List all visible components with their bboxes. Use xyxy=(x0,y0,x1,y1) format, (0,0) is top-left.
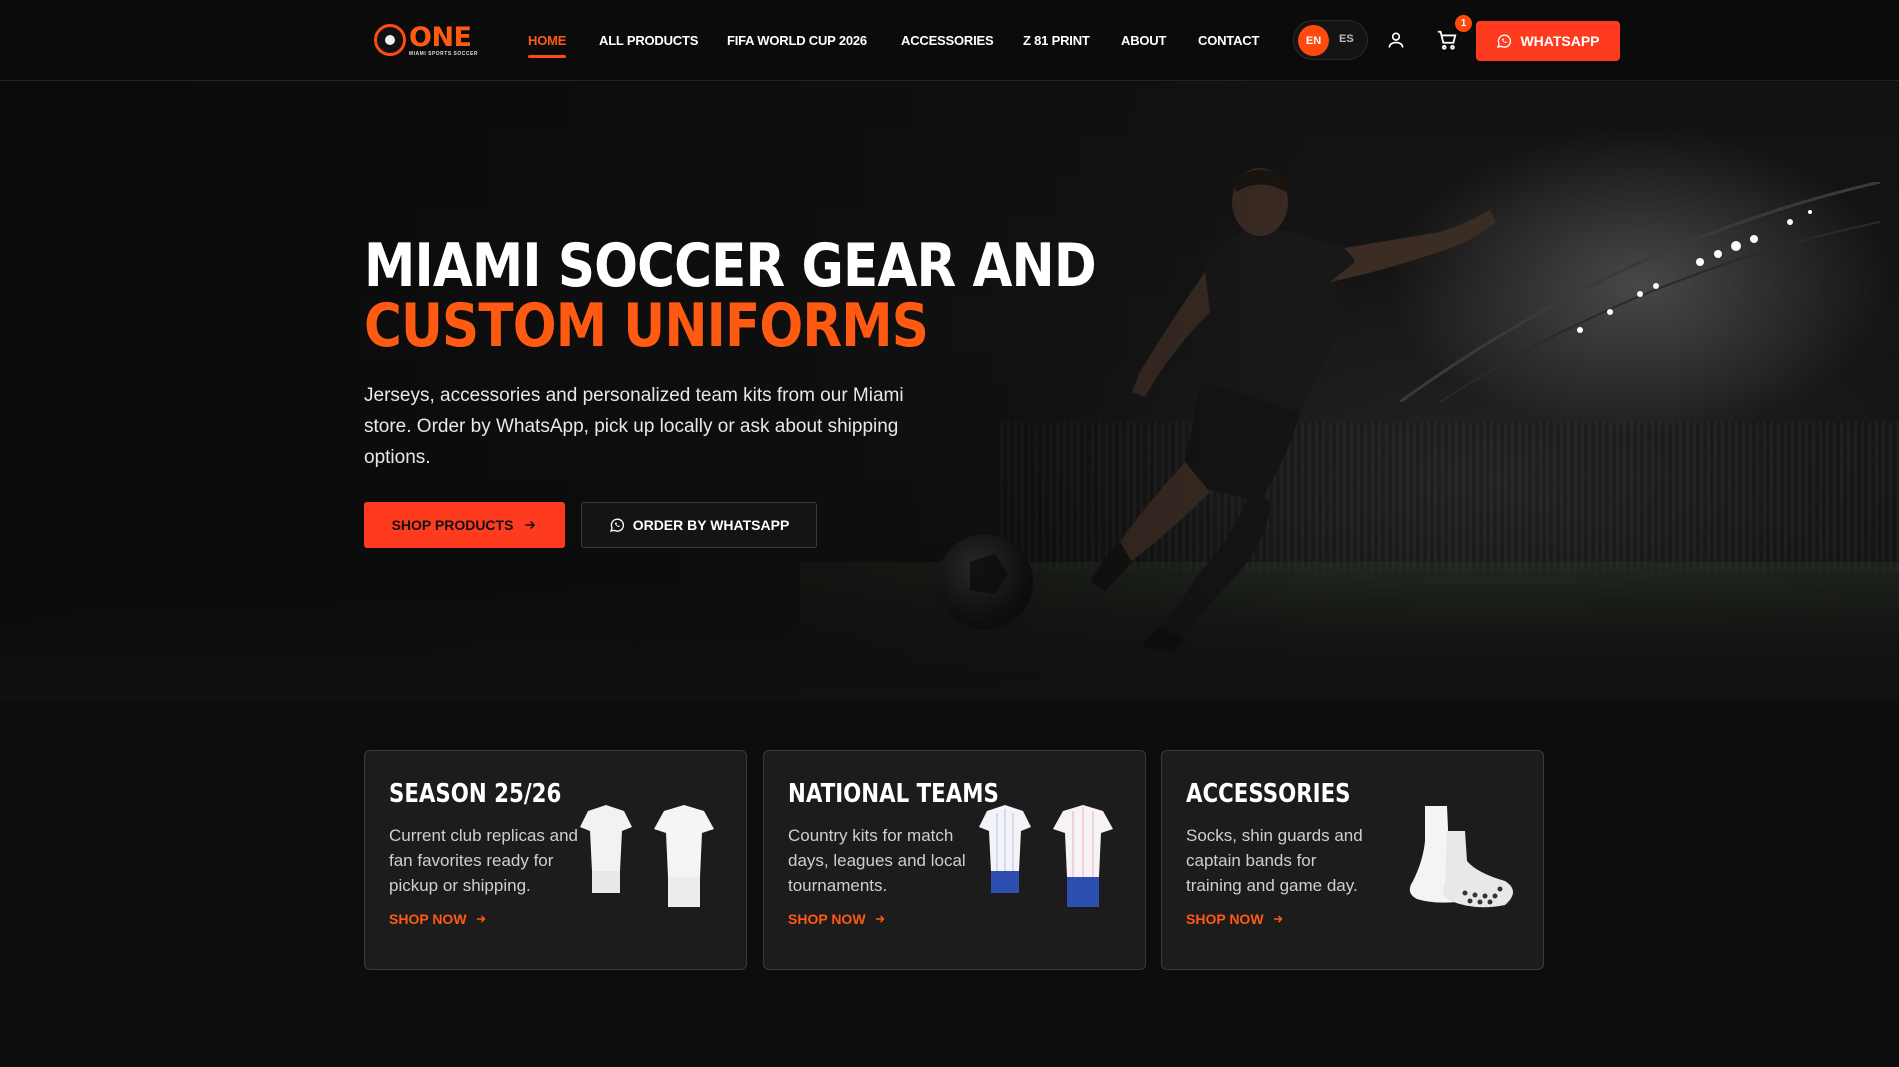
user-icon[interactable] xyxy=(1384,28,1408,52)
nav-z81-print[interactable]: Z 81 PRINT xyxy=(1023,33,1090,48)
category-card-national-teams[interactable]: NATIONAL TEAMS Country kits for match da… xyxy=(763,750,1146,970)
arrow-right-icon xyxy=(476,915,486,923)
arrow-right-icon xyxy=(875,915,885,923)
brand-tagline: MIAMI SPORTS SOCCER xyxy=(409,50,478,57)
shop-products-button[interactable]: SHOP PRODUCTS xyxy=(364,502,565,548)
site-header: ONE MIAMI SPORTS SOCCER HOME ALL PRODUCT… xyxy=(0,0,1899,81)
national-kit-image xyxy=(979,805,1113,907)
order-whatsapp-label: ORDER BY WHATSAPP xyxy=(632,517,790,533)
grip-socks-image xyxy=(1409,806,1513,908)
nav-fifa-world-cup[interactable]: FIFA WORLD CUP 2026 xyxy=(727,33,867,48)
category-card-accessories[interactable]: ACCESSORIES Socks, shin guards and capta… xyxy=(1161,750,1544,970)
card-title: NATIONAL TEAMS xyxy=(788,779,999,809)
nav-all-products[interactable]: ALL PRODUCTS xyxy=(599,33,698,48)
nav-accessories[interactable]: ACCESSORIES xyxy=(901,33,994,48)
shop-now-link[interactable]: SHOP NOW xyxy=(389,911,487,927)
card-title: ACCESSORIES xyxy=(1186,779,1351,809)
lang-en-button[interactable]: EN xyxy=(1298,25,1329,56)
nav-home[interactable]: HOME xyxy=(528,33,567,58)
category-card-season[interactable]: SEASON 25/26 Current club replicas and f… xyxy=(364,750,747,970)
nav-about[interactable]: ABOUT xyxy=(1121,33,1166,48)
lang-es-button[interactable]: ES xyxy=(1339,33,1354,45)
whatsapp-icon xyxy=(609,518,624,532)
card-title: SEASON 25/26 xyxy=(389,779,562,809)
hero-section xyxy=(0,82,1899,702)
cart-icon[interactable] xyxy=(1434,28,1460,52)
soccer-ball-icon xyxy=(374,24,406,56)
shop-products-label: SHOP PRODUCTS xyxy=(391,517,514,533)
arrow-right-icon xyxy=(1273,915,1283,923)
hero-description: Jerseys, accessories and personalized te… xyxy=(364,385,904,468)
arrow-right-icon xyxy=(525,520,536,530)
cart-count-badge: 1 xyxy=(1455,15,1472,32)
card-description: Socks, shin guards and captain bands for… xyxy=(1186,826,1363,895)
card-description: Current club replicas and fan favorites … xyxy=(389,826,578,895)
header-whatsapp-button[interactable]: WHATSAPP xyxy=(1476,21,1620,61)
card-description: Country kits for match days, leagues and… xyxy=(788,826,966,895)
whatsapp-icon xyxy=(1497,34,1512,48)
shop-now-link[interactable]: SHOP NOW xyxy=(788,911,886,927)
hero-title: MIAMI SOCCER GEAR AND CUSTOM UNIFORMS xyxy=(364,231,1097,361)
hero-title-line1: MIAMI SOCCER GEAR AND xyxy=(364,231,1097,301)
club-kit-image xyxy=(580,805,714,907)
order-whatsapp-button[interactable]: ORDER BY WHATSAPP xyxy=(581,502,817,548)
shop-now-link[interactable]: SHOP NOW xyxy=(1186,911,1284,927)
hero-title-line2: CUSTOM UNIFORMS xyxy=(364,291,929,361)
brand-logo[interactable]: ONE MIAMI SPORTS SOCCER xyxy=(374,22,478,58)
nav-contact[interactable]: CONTACT xyxy=(1198,33,1259,48)
brand-name: ONE xyxy=(409,21,472,53)
header-whatsapp-label: WHATSAPP xyxy=(1520,33,1600,49)
language-switcher: EN ES xyxy=(1293,20,1368,60)
